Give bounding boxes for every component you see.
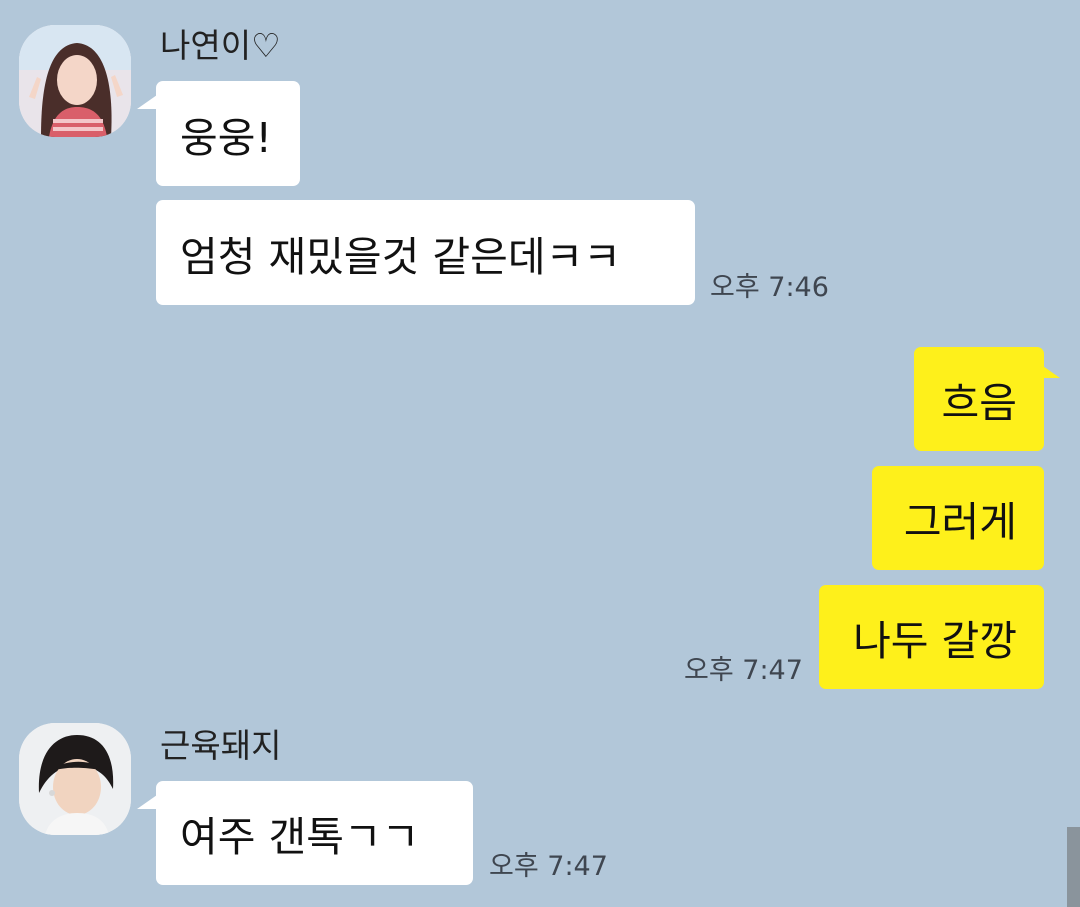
message-text: 흐음	[941, 379, 1017, 427]
scrollbar-thumb[interactable]	[1067, 827, 1080, 907]
message-text: 웅웅!	[180, 113, 272, 162]
incoming-message[interactable]: 여주 갠톡ㄱㄱ	[156, 781, 473, 885]
message-text: 그러게	[903, 498, 1017, 546]
outgoing-message[interactable]: 흐음	[914, 347, 1044, 451]
message-timestamp: 오후 7:47	[684, 655, 803, 686]
avatar-nayeon[interactable]	[19, 25, 131, 137]
outgoing-message[interactable]: 그러게	[872, 466, 1044, 570]
message-text: 나두 갈깡	[853, 617, 1017, 665]
message-text: 여주 갠톡ㄱㄱ	[180, 813, 420, 861]
incoming-message[interactable]: 웅웅!	[156, 81, 300, 186]
incoming-message[interactable]: 엄청 재밌을것 같은데ㅋㅋ	[156, 200, 695, 305]
bubble-tail	[137, 95, 157, 109]
sender-name-nayeon: 나연이♡	[160, 26, 281, 65]
message-timestamp: 오후 7:47	[489, 851, 608, 882]
bubble-tail	[137, 795, 157, 809]
profile-photo-woman-icon	[19, 25, 131, 137]
message-timestamp: 오후 7:46	[710, 272, 829, 303]
profile-photo-man-icon	[19, 723, 131, 835]
avatar-jungkook[interactable]	[19, 723, 131, 835]
outgoing-message[interactable]: 나두 갈깡	[819, 585, 1044, 689]
sender-name-jungkook: 근육돼지	[160, 726, 282, 765]
message-text: 엄청 재밌을것 같은데ㅋㅋ	[180, 232, 621, 281]
